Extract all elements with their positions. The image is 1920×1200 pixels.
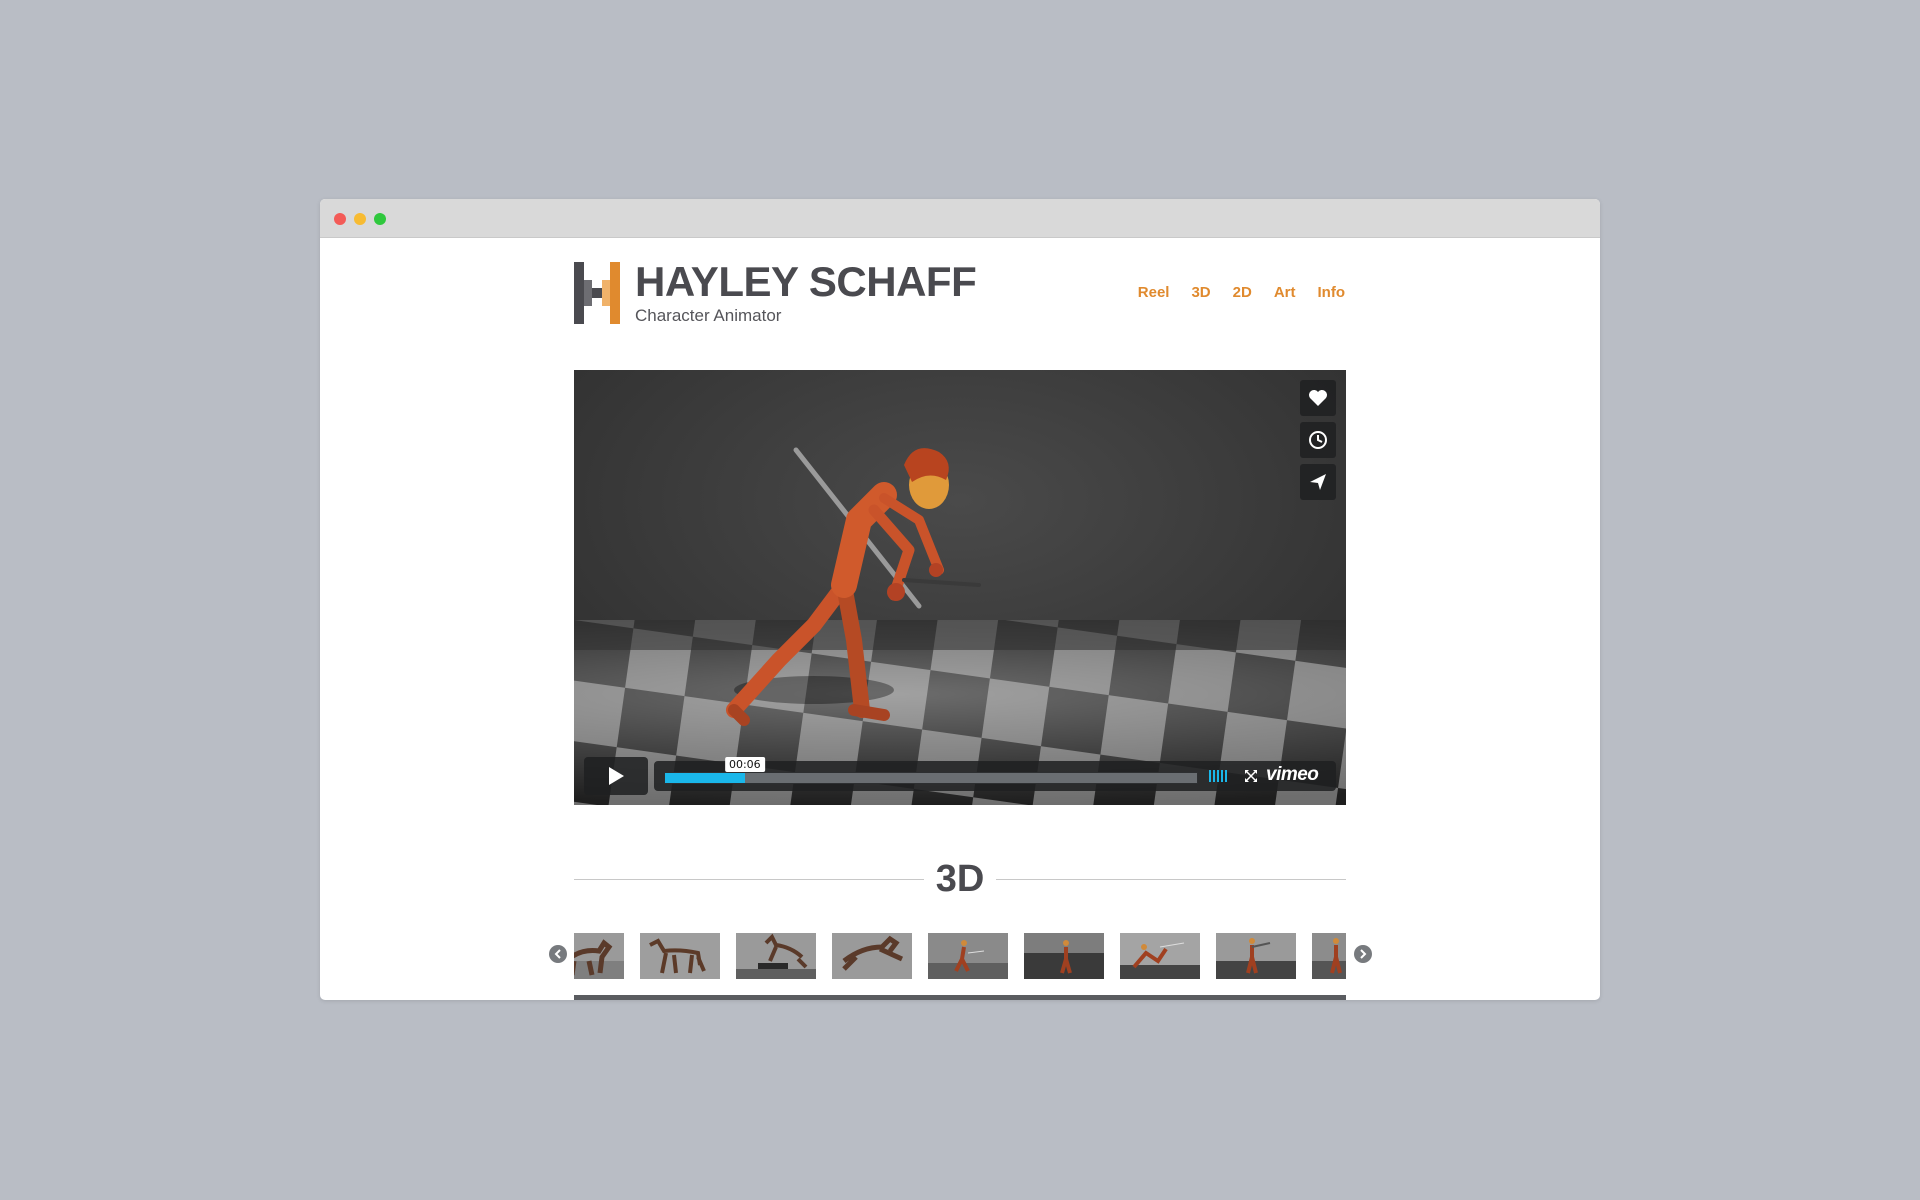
volume-control[interactable] (1209, 770, 1227, 782)
nav-link-2d[interactable]: 2D (1233, 284, 1252, 301)
progress-loaded (665, 773, 1197, 783)
carousel-prev-button[interactable] (549, 945, 567, 963)
nav-link-info[interactable]: Info (1318, 284, 1346, 301)
progress-bar[interactable]: 00:06 (664, 757, 1198, 784)
thumbnail-horse-leaping[interactable] (832, 933, 912, 979)
thumbnail-horse-jumping[interactable] (736, 933, 816, 979)
playbar: 00:06 vimeo (654, 757, 1336, 791)
share-button[interactable] (1300, 464, 1336, 500)
video-side-actions (1300, 380, 1336, 500)
play-button[interactable] (584, 757, 648, 795)
play-icon (609, 767, 624, 785)
thumbnail-character[interactable] (1312, 933, 1346, 979)
site-title[interactable]: HAYLEY SCHAFF (635, 258, 977, 306)
fullscreen-icon (1245, 770, 1257, 782)
thumbnail-strip (574, 933, 1346, 979)
like-button[interactable] (1300, 380, 1336, 416)
video-frame (574, 370, 1346, 805)
main-nav: Reel 3D 2D Art Info (1138, 284, 1345, 301)
nav-link-3d[interactable]: 3D (1191, 284, 1210, 301)
paper-plane-icon (1310, 474, 1326, 490)
next-video-edge (574, 995, 1346, 1000)
watch-later-button[interactable] (1300, 422, 1336, 458)
vimeo-logo[interactable]: vimeo (1266, 764, 1319, 786)
thumbnail-character-standing[interactable] (1216, 933, 1296, 979)
window-titlebar (320, 199, 1600, 238)
chevron-right-icon (1360, 949, 1367, 959)
nav-link-reel[interactable]: Reel (1138, 284, 1170, 301)
clock-icon (1309, 431, 1327, 449)
thumbnail-horse[interactable] (574, 933, 624, 979)
browser-window: HAYLEY SCHAFF Character Animator Reel 3D… (320, 199, 1600, 1000)
maximize-window-button[interactable] (374, 213, 386, 225)
close-window-button[interactable] (334, 213, 346, 225)
section-title: 3D (924, 858, 996, 901)
video-player[interactable]: 00:06 vimeo (574, 370, 1346, 805)
thumbnail-horse[interactable] (640, 933, 720, 979)
video-controls: 00:06 vimeo (584, 757, 1336, 795)
thumbnail-character-sword[interactable] (928, 933, 1008, 979)
site-subtitle: Character Animator (635, 306, 782, 325)
heart-icon (1309, 390, 1327, 406)
carousel-next-button[interactable] (1354, 945, 1372, 963)
thumbnail-character-lunge[interactable] (1120, 933, 1200, 979)
progress-played (665, 773, 745, 783)
thumbnail-character[interactable] (1024, 933, 1104, 979)
site-logo[interactable] (574, 262, 620, 324)
time-tooltip: 00:06 (724, 757, 765, 772)
chevron-left-icon (554, 949, 561, 959)
page-content: HAYLEY SCHAFF Character Animator Reel 3D… (320, 238, 1600, 1000)
fullscreen-button[interactable] (1244, 769, 1258, 788)
nav-link-art[interactable]: Art (1274, 284, 1296, 301)
minimize-window-button[interactable] (354, 213, 366, 225)
